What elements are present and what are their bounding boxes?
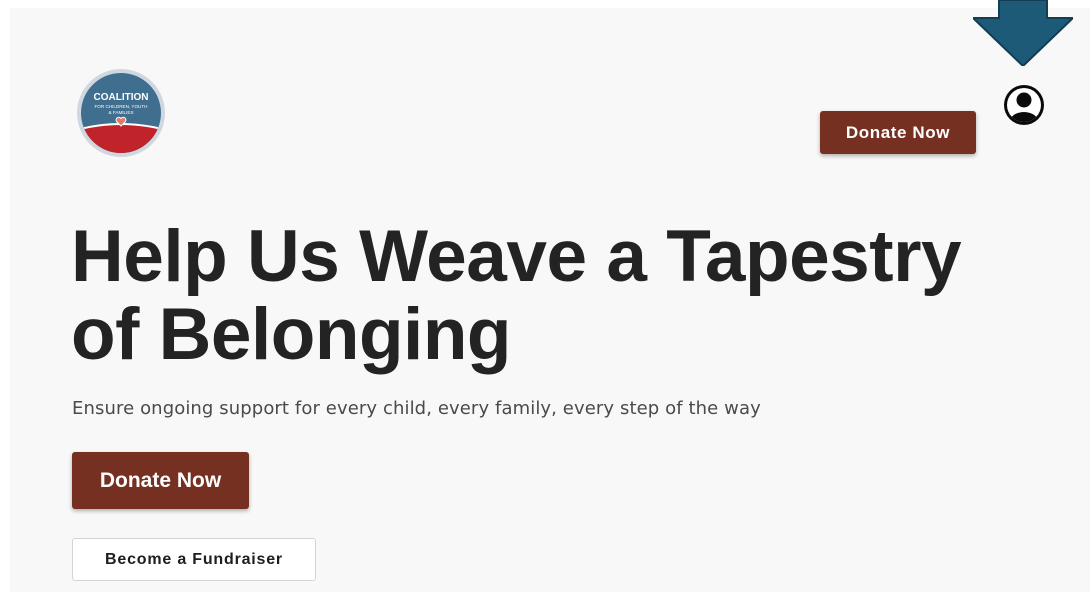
hero-donate-button[interactable]: Donate Now	[72, 452, 249, 509]
page-container: COALITION FOR CHILDREN, YOUTH & FAMILIES…	[10, 8, 1090, 592]
hero-title: Help Us Weave a Tapestry of Belonging	[71, 218, 1071, 374]
logo-icon: COALITION FOR CHILDREN, YOUTH & FAMILIES	[77, 69, 165, 157]
hero-subtitle: Ensure ongoing support for every child, …	[72, 398, 761, 419]
coalition-logo[interactable]: COALITION FOR CHILDREN, YOUTH & FAMILIES	[76, 68, 166, 158]
header-donate-button[interactable]: Donate Now	[820, 111, 976, 154]
become-fundraiser-button[interactable]: Become a Fundraiser	[72, 538, 316, 581]
logo-subtitle-line2: & FAMILIES	[108, 110, 133, 115]
down-arrow-icon	[970, 0, 1076, 68]
account-circle-icon[interactable]	[1002, 83, 1046, 127]
hero-title-line1: Help Us Weave a Tapestry	[71, 216, 962, 297]
logo-subtitle-line1: FOR CHILDREN, YOUTH	[94, 104, 147, 109]
logo-title: COALITION	[94, 92, 149, 103]
hero-title-line2: of Belonging	[71, 294, 512, 375]
